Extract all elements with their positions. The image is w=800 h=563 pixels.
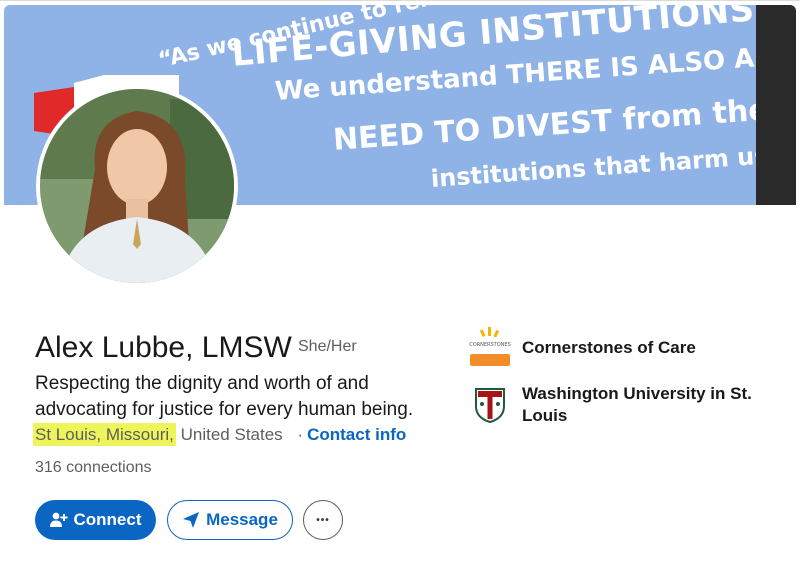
message-button[interactable]: Message — [167, 500, 293, 540]
connect-label: Connect — [73, 510, 142, 529]
avatar[interactable] — [36, 85, 238, 287]
org-name-washu: Washington University in St. Louis — [522, 384, 752, 425]
profile-pronouns: She/Her — [298, 338, 357, 355]
location-row: St Louis, Missouri, United States · Conta… — [33, 423, 406, 446]
separator-dot: · — [297, 425, 304, 444]
profile-card: “As we continue to reinvest in LIFE-GIVI… — [0, 0, 800, 563]
cornerstones-logo-icon: CORNERSTONES — [468, 325, 512, 369]
profile-photo — [40, 89, 234, 283]
banner-dark-edge — [756, 5, 796, 205]
more-actions-button[interactable]: ••• — [303, 500, 343, 540]
add-person-icon — [49, 511, 68, 529]
cornerstones-logo-text: CORNERSTONES — [469, 342, 511, 348]
org-name-cornerstones: Cornerstones of Care — [522, 338, 696, 357]
more-icon: ••• — [316, 514, 330, 526]
profile-name: Alex Lubbe, LMSW — [35, 331, 292, 364]
send-icon — [182, 511, 200, 529]
org-item-cornerstones[interactable]: CORNERSTONES Cornerstones of Care — [468, 325, 772, 369]
washu-shield-icon — [468, 383, 512, 427]
org-item-washu[interactable]: Washington University in St. Louis — [468, 383, 772, 427]
location-highlighted: St Louis, Missouri, — [33, 423, 176, 446]
connect-button[interactable]: Connect — [35, 500, 156, 540]
connections-count[interactable]: 316 connections — [35, 459, 152, 477]
banner-quote-line-5: institutions that harm us.” — [430, 139, 795, 193]
contact-info-link[interactable]: Contact info — [307, 425, 406, 444]
profile-headline: Respecting the dignity and worth of and … — [35, 373, 414, 420]
message-label: Message — [206, 510, 278, 529]
location-country: United States — [180, 425, 283, 444]
